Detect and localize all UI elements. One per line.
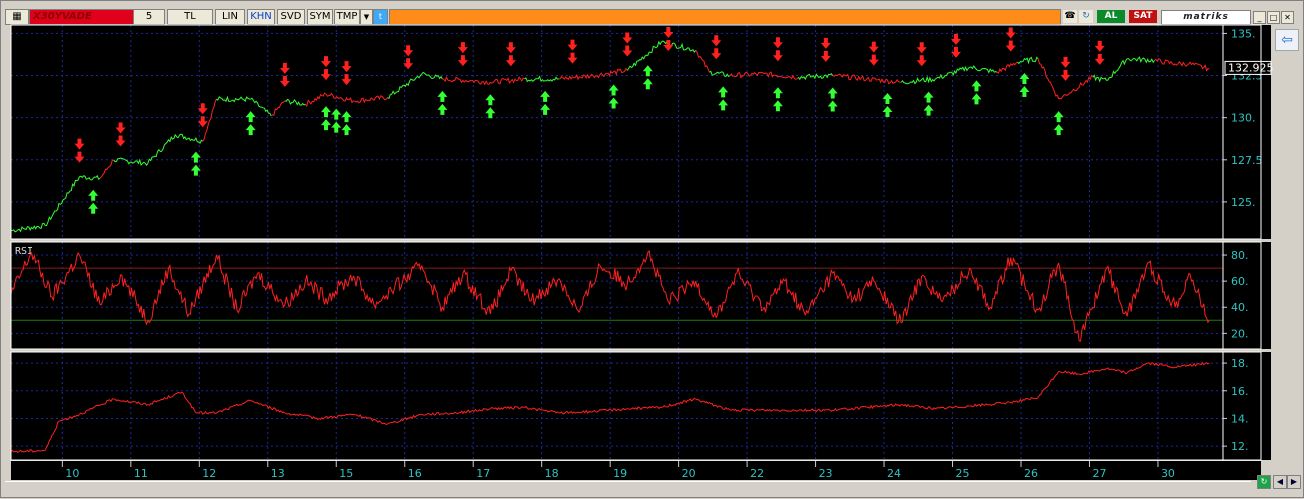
time-label-17: 17 (476, 467, 490, 480)
time-label-11: 11 (134, 467, 148, 480)
time-label-12: 12 (202, 467, 216, 480)
ytick-label-0-3: 127.5 (1231, 154, 1263, 167)
time-label-26: 26 (1024, 467, 1038, 480)
time-label-16: 16 (408, 467, 422, 480)
time-label-24: 24 (887, 467, 901, 480)
nav-controls: ↻ ◀ ▶ (1253, 473, 1301, 489)
horizontal-scrollbar[interactable] (5, 481, 1251, 492)
time-label-15: 15 (339, 467, 353, 480)
scroll-right-icon[interactable]: ▶ (1287, 475, 1301, 489)
time-label-18: 18 (545, 467, 559, 480)
ytick-label-1-2: 40. (1231, 301, 1249, 314)
ytick-label-1-0: 80. (1231, 249, 1249, 262)
collapse-arrow-icon[interactable]: ⇦ (1275, 29, 1299, 51)
ytick-label-0-4: 125. (1231, 196, 1256, 209)
chart-svg: 10 11 12 13 15 16 17 18 19 20 22 23 24 25 26 27 30 135. 13… (10, 24, 1274, 480)
time-label-30: 30 (1161, 467, 1175, 480)
time-label-25: 25 (956, 467, 970, 480)
time-label-13: 13 (271, 467, 285, 480)
ytick-label-2-3: 12. (1231, 440, 1249, 453)
ytick-label-1-1: 60. (1231, 275, 1249, 288)
time-label-10: 10 (65, 467, 79, 480)
time-axis-background (11, 461, 1261, 480)
ytick-label-0-2: 130. (1231, 112, 1256, 125)
time-label-19: 19 (613, 467, 627, 480)
time-label-23: 23 (819, 467, 833, 480)
panel-background-2 (11, 352, 1223, 460)
time-label-22: 22 (750, 467, 764, 480)
time-label-27: 27 (1092, 467, 1106, 480)
time-label-20: 20 (682, 467, 696, 480)
ytick-label-1-3: 20. (1231, 327, 1249, 340)
chart-window: ▦ X30YVADE 5 TL LIN KHN SVD SYM TMP ▼ t … (0, 0, 1304, 498)
refresh-green-icon[interactable]: ↻ (1257, 475, 1271, 489)
last-value-label: 132.925 (1228, 61, 1274, 74)
ytick-label-2-0: 18. (1231, 357, 1249, 370)
panel-background-0 (11, 25, 1223, 239)
ytick-label-0-0: 135. (1231, 27, 1256, 40)
ytick-label-2-1: 16. (1231, 385, 1249, 398)
ytick-label-2-2: 14. (1231, 412, 1249, 425)
scroll-left-icon[interactable]: ◀ (1273, 475, 1287, 489)
